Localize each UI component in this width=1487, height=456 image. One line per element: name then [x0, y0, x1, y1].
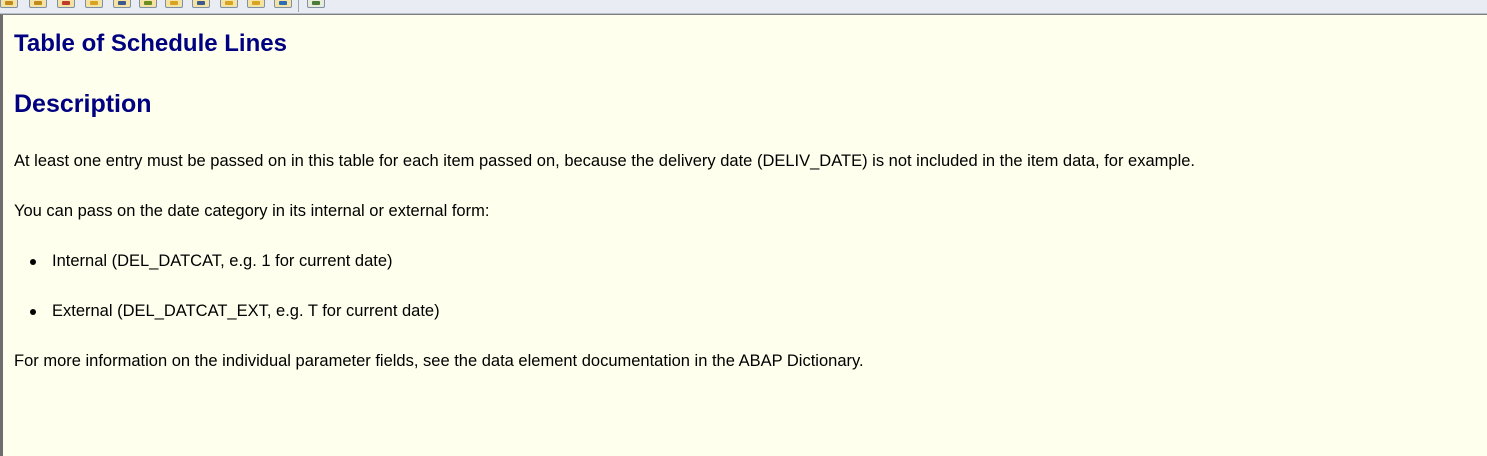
settings-button[interactable]: [274, 0, 292, 8]
folder-icon: [225, 1, 233, 5]
list-item-text: External (DEL_DATCAT_EXT, e.g. T for cur…: [52, 302, 440, 320]
toolbar-separator: [298, 0, 299, 12]
find-icon: [62, 1, 70, 5]
settings-icon: [279, 1, 287, 5]
back-button[interactable]: [0, 0, 18, 8]
paragraph-more-information: For more information on the individual p…: [14, 352, 864, 370]
window-icon: [312, 1, 320, 5]
forward-button[interactable]: [29, 0, 47, 8]
find-button[interactable]: [57, 0, 75, 8]
folder-button[interactable]: [220, 0, 238, 8]
documentation-pane: Table of Schedule Lines Description At l…: [0, 14, 1487, 456]
window-button[interactable]: [307, 0, 325, 8]
print-icon: [118, 1, 126, 5]
help-toolbar: [0, 0, 1487, 14]
paragraph-entry-requirement: At least one entry must be passed on in …: [14, 152, 1196, 170]
bookmark-icon: [90, 1, 98, 5]
info-icon: [170, 1, 178, 5]
bookmark-button[interactable]: [85, 0, 103, 8]
help-button[interactable]: [247, 0, 265, 8]
bullet-icon: [30, 259, 36, 265]
paragraph-date-category: You can pass on the date category in its…: [14, 202, 490, 220]
pencil-icon: [144, 1, 152, 5]
print-button[interactable]: [113, 0, 131, 8]
list-item-text: Internal (DEL_DATCAT, e.g. 1 for current…: [52, 252, 393, 270]
list-item: External (DEL_DATCAT_EXT, e.g. T for cur…: [30, 302, 440, 321]
document-button[interactable]: [192, 0, 210, 8]
list-item: Internal (DEL_DATCAT, e.g. 1 for current…: [30, 252, 393, 271]
info-button[interactable]: [165, 0, 183, 8]
edit-button[interactable]: [139, 0, 157, 8]
help-icon: [252, 1, 260, 5]
arrow-left-icon: [5, 1, 13, 5]
section-heading-description: Description: [14, 90, 152, 118]
bullet-icon: [30, 309, 36, 315]
document-icon: [197, 1, 205, 5]
arrow-right-icon: [34, 1, 42, 5]
page-title: Table of Schedule Lines: [14, 30, 287, 57]
